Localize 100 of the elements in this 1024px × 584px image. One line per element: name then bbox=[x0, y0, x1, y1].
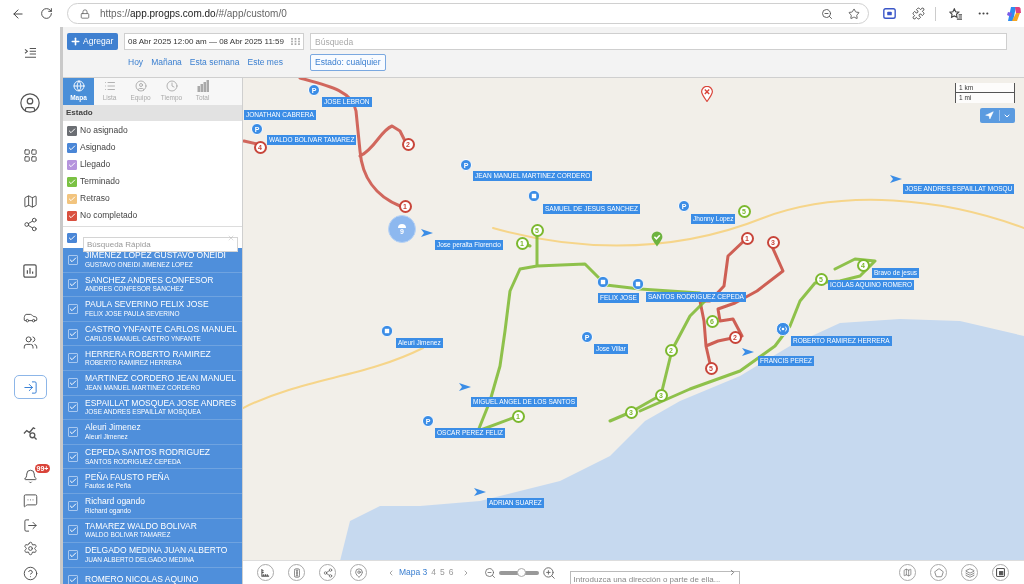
map-page-link[interactable]: 5 bbox=[440, 566, 445, 579]
arrow-marker-icon[interactable] bbox=[890, 174, 902, 184]
select-all-checkbox[interactable] bbox=[67, 232, 77, 243]
clock-icon bbox=[165, 80, 178, 93]
map-page-link[interactable]: Mapa 3 bbox=[399, 566, 428, 579]
status-label: Terminado bbox=[80, 175, 120, 188]
list-icon bbox=[103, 80, 116, 93]
date-shortcut-link[interactable]: Hoy bbox=[128, 56, 144, 69]
search-field[interactable]: Búsqueda bbox=[310, 33, 1007, 50]
date-shortcut-link[interactable]: Mañana bbox=[151, 56, 182, 69]
check-icon bbox=[69, 575, 77, 584]
traffic-light-icon bbox=[293, 567, 300, 578]
zoom-out-icon[interactable] bbox=[483, 566, 496, 579]
driver-checkbox[interactable] bbox=[68, 574, 78, 584]
clear-icon[interactable] bbox=[227, 233, 235, 242]
zoom-out-icon[interactable] bbox=[821, 7, 833, 20]
bar-chart-icon bbox=[23, 264, 37, 278]
zoom-in-icon[interactable] bbox=[541, 565, 556, 580]
driver-checkbox[interactable] bbox=[68, 451, 78, 462]
bell-icon bbox=[22, 468, 38, 484]
status-header: Estado bbox=[66, 107, 93, 119]
driver-checkbox[interactable] bbox=[68, 304, 78, 314]
status-label: No asignado bbox=[80, 124, 128, 137]
add-button[interactable]: Agregar bbox=[67, 33, 118, 50]
previous-icon[interactable] bbox=[387, 568, 395, 577]
back-icon[interactable] bbox=[11, 6, 25, 21]
address-field[interactable]: Introduzca una dirección o parte de ella... bbox=[569, 571, 740, 584]
share-icon bbox=[322, 567, 333, 578]
ruler-icon bbox=[261, 568, 270, 577]
check-icon bbox=[69, 427, 77, 436]
driver-checkbox[interactable] bbox=[68, 476, 78, 487]
quick-search-field[interactable]: Búsqueda Rápida bbox=[83, 237, 238, 252]
layers-icon bbox=[964, 567, 975, 578]
status-checkbox[interactable] bbox=[67, 210, 77, 221]
calendar-grid-icon[interactable] bbox=[291, 38, 300, 45]
reload-icon[interactable] bbox=[40, 7, 53, 20]
x-pin-icon[interactable] bbox=[701, 86, 713, 102]
arrow-marker-icon[interactable] bbox=[742, 347, 754, 357]
status-checkbox[interactable] bbox=[67, 125, 77, 136]
status-checkbox[interactable] bbox=[67, 176, 77, 187]
pentagon-icon bbox=[933, 567, 944, 578]
driver-name: CEPEDA SANTOS RODRIGUEZ bbox=[85, 448, 210, 457]
status-checkbox[interactable] bbox=[67, 159, 77, 170]
map-page-link[interactable]: 6 bbox=[448, 566, 454, 579]
zoom-slider-track[interactable] bbox=[498, 570, 539, 575]
star-icon[interactable] bbox=[848, 7, 860, 20]
driver-name: CASTRO YNFANTE CARLOS MANUEL bbox=[85, 325, 237, 334]
driver-checkbox[interactable] bbox=[68, 525, 78, 536]
check-pin-icon[interactable] bbox=[651, 231, 663, 247]
arrow-marker-icon[interactable] bbox=[459, 382, 471, 392]
arrow-marker-icon[interactable] bbox=[474, 487, 486, 497]
driver-checkbox[interactable] bbox=[68, 279, 78, 290]
favorites-icon[interactable] bbox=[949, 7, 963, 20]
check-icon bbox=[69, 452, 77, 461]
driver-name: TAMAREZ WALDO BOLIVAR bbox=[85, 521, 197, 531]
driver-name: DELGADO MEDINA JUAN ALBERTO bbox=[85, 546, 228, 555]
share-icon bbox=[22, 216, 38, 232]
date-shortcut-link[interactable]: Este mes bbox=[247, 56, 283, 69]
status-label: No completado bbox=[80, 209, 138, 222]
puzzle-icon[interactable] bbox=[912, 7, 925, 20]
lock-icon[interactable] bbox=[80, 8, 90, 19]
grid-icon bbox=[22, 147, 38, 163]
logout-icon bbox=[22, 517, 38, 533]
map-icon bbox=[903, 568, 912, 577]
arrow-marker-icon[interactable] bbox=[421, 228, 433, 238]
driver-checkbox[interactable] bbox=[68, 328, 78, 339]
status-checkbox[interactable] bbox=[67, 142, 77, 153]
driver-checkbox[interactable] bbox=[68, 402, 78, 413]
check-icon bbox=[69, 305, 77, 313]
driver-checkbox[interactable] bbox=[68, 353, 78, 364]
plus-icon bbox=[70, 36, 81, 47]
driver-name: JIMENEZ LOPEZ GUSTAVO ONEIDI bbox=[85, 251, 226, 260]
driver-checkbox[interactable] bbox=[68, 254, 78, 265]
status-filter-button[interactable]: Estado: cualquier bbox=[310, 54, 386, 71]
check-icon bbox=[69, 329, 77, 338]
date-shortcut-link[interactable]: Esta semana bbox=[189, 56, 240, 69]
driver-checkbox[interactable] bbox=[68, 549, 78, 560]
driver-checkbox[interactable] bbox=[68, 426, 78, 437]
square-pin-icon[interactable] bbox=[381, 325, 393, 337]
date-range-field[interactable]: 08 Abr 2025 12:00 am — 08 Abr 2025 11:59 bbox=[124, 33, 304, 50]
driver-checkbox[interactable] bbox=[68, 500, 78, 511]
address-bar[interactable]: https://app.progps.com.do/#/app/custom/0 bbox=[67, 3, 869, 24]
check-icon bbox=[69, 403, 77, 412]
square-pin-icon[interactable] bbox=[632, 278, 644, 290]
check-icon bbox=[69, 354, 77, 363]
swirl-logo-icon[interactable] bbox=[1006, 5, 1022, 22]
help-icon bbox=[22, 565, 38, 581]
square-pin-icon[interactable] bbox=[597, 276, 609, 288]
square-in-square-icon bbox=[996, 568, 1005, 577]
sign-in-icon bbox=[22, 379, 38, 395]
driver-name: Richard ogando bbox=[85, 497, 145, 506]
zoom-slider-thumb[interactable] bbox=[516, 567, 526, 577]
square-pin-icon[interactable] bbox=[528, 190, 540, 202]
locate-button[interactable] bbox=[980, 108, 1015, 123]
check-icon bbox=[69, 526, 77, 535]
driver-name: ESPAILLAT MOSQUEA JOSE ANDRES bbox=[85, 398, 237, 408]
navigation-arrow-icon bbox=[985, 111, 994, 120]
driver-checkbox[interactable] bbox=[68, 377, 78, 388]
map-page-link[interactable]: 4 bbox=[431, 566, 437, 579]
screen-icon[interactable] bbox=[883, 8, 896, 19]
